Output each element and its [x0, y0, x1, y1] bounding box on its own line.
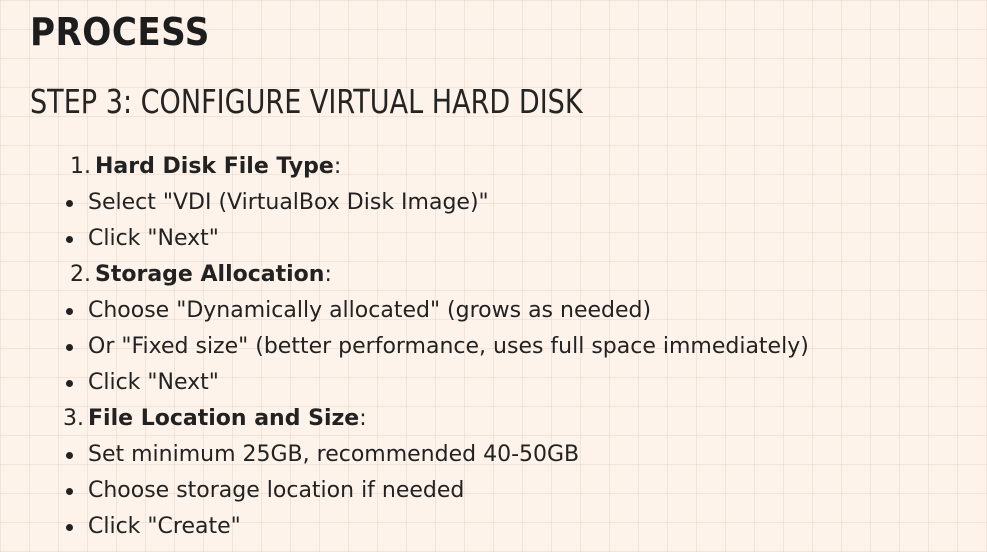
list-item-text: Choose storage location if needed [88, 478, 465, 503]
section-number: 2. [70, 262, 91, 287]
slide-title: PROCESS [30, 10, 210, 54]
section-heading-suffix: : [324, 262, 332, 287]
bullet-icon [66, 452, 73, 459]
list-item-text: Set minimum 25GB, recommended 40-50GB [88, 442, 580, 467]
bullet-icon [66, 200, 73, 207]
section-heading-suffix: : [359, 406, 367, 431]
section-heading-suffix: : [333, 154, 342, 179]
bullet-icon [66, 344, 73, 351]
bullet-icon [66, 488, 73, 495]
list-item: Select "VDI (VirtualBox Disk Image)" [0, 185, 987, 221]
list-item-text: Click "Next" [88, 370, 219, 395]
list-item: Click "Create" [0, 509, 987, 545]
bullet-icon [66, 236, 73, 243]
list-item: Click "Next" [0, 365, 987, 401]
section-number: 1. [70, 154, 91, 179]
bullet-icon [66, 524, 73, 531]
list-item-text: Or "Fixed size" (better performance, use… [88, 334, 809, 359]
list-item: Click "Next" [0, 221, 987, 257]
bullet-icon [66, 380, 73, 387]
list-item: Choose "Dynamically allocated" (grows as… [0, 293, 987, 329]
list-item-text: Click "Next" [88, 226, 219, 251]
steps-list: 1. Hard Disk File Type: Select "VDI (Virt… [0, 149, 987, 545]
section-number: 3. [63, 406, 84, 431]
section-heading-2: 2. Storage Allocation: [0, 257, 987, 293]
list-item-text: Click "Create" [88, 514, 241, 539]
section-heading-3: 3. File Location and Size: [0, 401, 987, 437]
list-item-text: Select "VDI (VirtualBox Disk Image)" [88, 190, 489, 215]
section-heading-1: 1. Hard Disk File Type: [0, 149, 987, 185]
list-item: Set minimum 25GB, recommended 40-50GB [0, 437, 987, 473]
list-item: Choose storage location if needed [0, 473, 987, 509]
list-item-text: Choose "Dynamically allocated" (grows as… [88, 298, 652, 323]
section-heading-text: Hard Disk File Type [95, 154, 334, 179]
list-item: Or "Fixed size" (better performance, use… [0, 329, 987, 365]
section-heading-text: Storage Allocation [95, 262, 325, 287]
bullet-icon [66, 308, 73, 315]
slide-subtitle: STEP 3: CONFIGURE VIRTUAL HARD DISK [30, 82, 583, 121]
section-heading-text: File Location and Size [88, 406, 360, 431]
slide: PROCESS STEP 3: CONFIGURE VIRTUAL HARD D… [0, 0, 987, 552]
